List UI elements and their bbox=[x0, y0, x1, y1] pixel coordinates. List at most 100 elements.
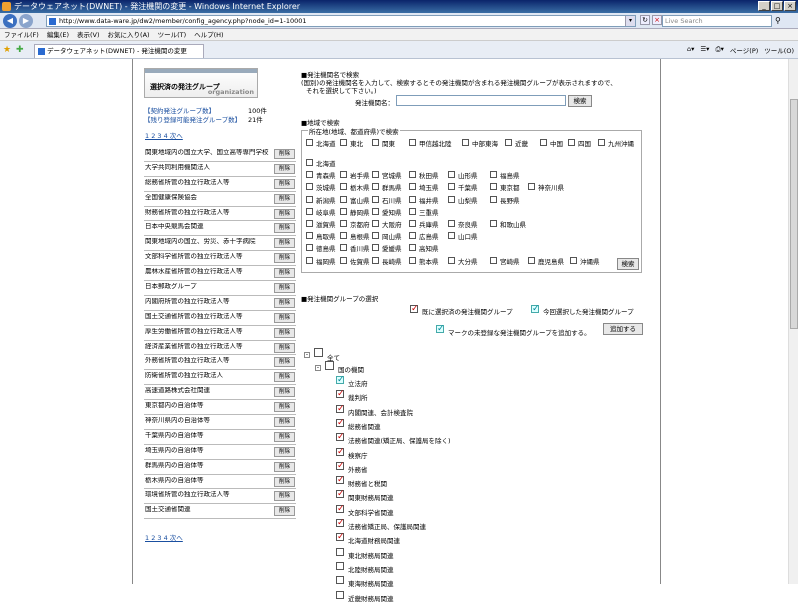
delete-button[interactable]: 削除 bbox=[274, 357, 295, 368]
delete-button[interactable]: 削除 bbox=[274, 506, 295, 517]
pref-5-5-checkbox[interactable] bbox=[490, 220, 497, 227]
pref-2-4-checkbox[interactable] bbox=[448, 183, 455, 191]
delete-button[interactable]: 削除 bbox=[274, 431, 295, 442]
favorites-star-icon[interactable]: ★ bbox=[3, 45, 11, 55]
pref-6-2-checkbox[interactable] bbox=[372, 232, 379, 240]
region-search-button[interactable]: 検索 bbox=[617, 258, 639, 270]
tree-item-checkbox[interactable]: ✓ bbox=[336, 461, 345, 470]
delete-button[interactable]: 削除 bbox=[274, 417, 295, 428]
delete-button[interactable]: 削除 bbox=[274, 283, 295, 294]
pref-8-1-checkbox[interactable] bbox=[340, 256, 347, 264]
stop-icon[interactable]: × bbox=[652, 15, 662, 25]
tree-item-checkbox[interactable]: ✓ bbox=[336, 504, 345, 513]
tree-collapse-node-icon[interactable]: - bbox=[315, 365, 321, 371]
agency-name-input[interactable] bbox=[396, 95, 566, 106]
region-8-checkbox[interactable] bbox=[598, 139, 605, 146]
tree-item-checkbox[interactable] bbox=[336, 547, 344, 556]
delete-button[interactable]: 削除 bbox=[274, 163, 295, 174]
menu-help[interactable]: ヘルプ(H) bbox=[194, 29, 223, 40]
pref-1-3-checkbox[interactable] bbox=[409, 171, 416, 179]
delete-button[interactable]: 削除 bbox=[274, 178, 295, 189]
pref-8-5-checkbox[interactable] bbox=[490, 256, 497, 264]
add-button[interactable]: 追加する bbox=[603, 323, 643, 335]
scrollbar-thumb[interactable] bbox=[790, 99, 798, 329]
pref-1-2-checkbox[interactable] bbox=[372, 171, 379, 179]
delete-button[interactable]: 削除 bbox=[274, 446, 295, 457]
forward-button[interactable]: ▶ bbox=[19, 14, 33, 28]
tree-item-checkbox[interactable] bbox=[336, 590, 344, 599]
pref-8-7-checkbox[interactable] bbox=[570, 256, 577, 264]
pref-8-4-checkbox[interactable] bbox=[448, 256, 455, 264]
tree-item-checkbox[interactable]: ✓ bbox=[336, 476, 345, 485]
delete-button[interactable]: 削除 bbox=[274, 149, 295, 159]
pref-2-6-checkbox[interactable] bbox=[528, 183, 535, 191]
tree-item-checkbox[interactable] bbox=[336, 576, 344, 585]
home-icon[interactable]: ⌂▾ bbox=[687, 45, 694, 55]
page-menu[interactable]: ページ(P) bbox=[730, 45, 758, 55]
delete-button[interactable]: 削除 bbox=[274, 491, 295, 502]
tree-node-checkbox[interactable] bbox=[325, 361, 334, 370]
menu-tools[interactable]: ツール(T) bbox=[158, 29, 187, 40]
delete-button[interactable]: 削除 bbox=[274, 208, 295, 219]
pref-2-3-checkbox[interactable] bbox=[409, 183, 416, 191]
pref-8-2-checkbox[interactable] bbox=[372, 256, 379, 264]
pref-6-1-checkbox[interactable] bbox=[340, 232, 347, 240]
tree-item-checkbox[interactable]: ✓ bbox=[336, 490, 345, 499]
pref-5-1-checkbox[interactable] bbox=[340, 220, 347, 227]
tab-current[interactable]: データウェアネット(DWNET) - 発注機関の変更 bbox=[34, 44, 204, 58]
region-6-checkbox[interactable] bbox=[540, 139, 547, 146]
pref-1-4-checkbox[interactable] bbox=[448, 171, 455, 179]
delete-button[interactable]: 削除 bbox=[274, 402, 295, 413]
close-button[interactable]: × bbox=[784, 1, 796, 11]
tree-item-checkbox[interactable]: ✓ bbox=[336, 404, 345, 413]
pref-7-1-checkbox[interactable] bbox=[340, 244, 347, 252]
pref-6-4-checkbox[interactable] bbox=[448, 232, 455, 240]
live-search-input[interactable]: Live Search bbox=[662, 15, 772, 27]
pref-8-3-checkbox[interactable] bbox=[409, 256, 416, 264]
tree-root-checkbox[interactable] bbox=[314, 348, 323, 357]
tree-item-checkbox[interactable]: ✓ bbox=[336, 418, 345, 427]
region-4-checkbox[interactable] bbox=[462, 139, 469, 146]
pref-1-0-checkbox[interactable] bbox=[306, 171, 313, 179]
region-1-checkbox[interactable] bbox=[340, 139, 347, 146]
region-2-checkbox[interactable] bbox=[372, 139, 379, 146]
pref-3-2-checkbox[interactable] bbox=[372, 195, 379, 203]
tree-collapse-root-icon[interactable]: - bbox=[304, 352, 310, 358]
pref-7-2-checkbox[interactable] bbox=[372, 244, 379, 252]
tree-item-checkbox[interactable]: ✓ bbox=[336, 433, 345, 442]
pref-2-2-checkbox[interactable] bbox=[372, 183, 379, 191]
menu-edit[interactable]: 編集(E) bbox=[47, 29, 69, 40]
delete-button[interactable]: 削除 bbox=[274, 327, 295, 338]
pref-0-0-checkbox[interactable] bbox=[306, 159, 313, 166]
pref-4-3-checkbox[interactable] bbox=[409, 207, 416, 215]
pref-2-1-checkbox[interactable] bbox=[340, 183, 347, 191]
delete-button[interactable]: 削除 bbox=[274, 238, 295, 249]
feeds-icon[interactable]: ☰▾ bbox=[700, 45, 709, 55]
pref-5-3-checkbox[interactable] bbox=[409, 220, 416, 227]
minimize-button[interactable]: _ bbox=[758, 1, 770, 11]
pref-6-0-checkbox[interactable] bbox=[306, 232, 313, 240]
remaining-count-link[interactable]: 【残り登録可能発注グループ数】 bbox=[144, 114, 241, 124]
delete-button[interactable]: 削除 bbox=[274, 297, 295, 308]
delete-button[interactable]: 削除 bbox=[274, 223, 295, 234]
menu-file[interactable]: ファイル(F) bbox=[4, 29, 39, 40]
delete-button[interactable]: 削除 bbox=[274, 312, 295, 323]
pref-2-0-checkbox[interactable] bbox=[306, 183, 313, 191]
pref-3-3-checkbox[interactable] bbox=[409, 195, 416, 203]
delete-button[interactable]: 削除 bbox=[274, 253, 295, 264]
pref-4-1-checkbox[interactable] bbox=[340, 207, 347, 215]
refresh-icon[interactable]: ↻ bbox=[640, 15, 650, 25]
pref-3-4-checkbox[interactable] bbox=[448, 195, 455, 203]
pref-6-3-checkbox[interactable] bbox=[409, 232, 416, 240]
pref-5-4-checkbox[interactable] bbox=[448, 220, 455, 227]
tree-item-checkbox[interactable]: ✓ bbox=[336, 447, 345, 456]
pref-3-1-checkbox[interactable] bbox=[340, 195, 347, 203]
delete-button[interactable]: 削除 bbox=[274, 372, 295, 383]
pager-top[interactable]: 1 2 3 4 次へ bbox=[145, 130, 183, 140]
tree-item-checkbox[interactable]: ✓ bbox=[336, 376, 345, 385]
search-icon[interactable]: ⚲ bbox=[775, 16, 781, 25]
region-3-checkbox[interactable] bbox=[409, 139, 416, 146]
region-7-checkbox[interactable] bbox=[568, 139, 575, 146]
address-dropdown-icon[interactable]: ▾ bbox=[625, 16, 635, 26]
address-bar[interactable]: http://www.data-ware.jp/dw2/member/confi… bbox=[46, 15, 636, 27]
